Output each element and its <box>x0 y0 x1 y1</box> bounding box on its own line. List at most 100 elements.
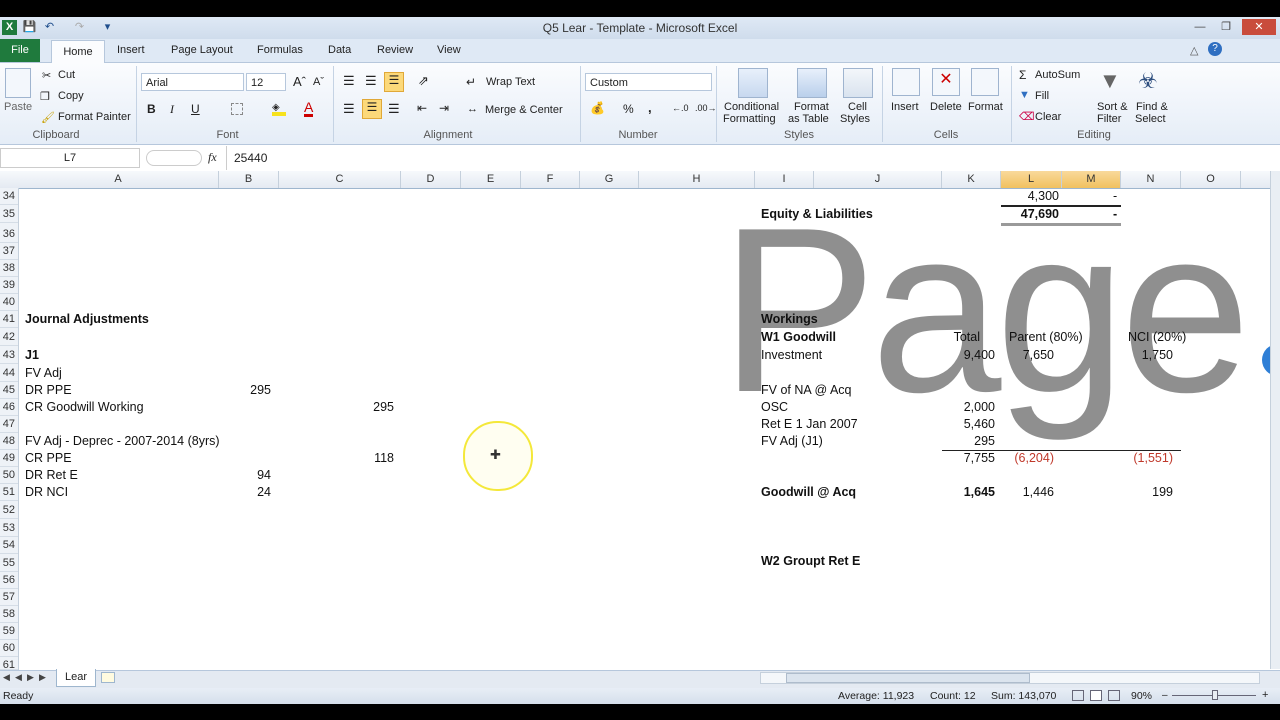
row-header[interactable]: 54 <box>0 537 18 554</box>
autosum-button[interactable]: AutoSum <box>1035 69 1080 81</box>
last-sheet-icon[interactable]: ▶ <box>39 672 46 683</box>
cell-K47[interactable]: 5,460 <box>942 417 995 432</box>
insert-button[interactable]: Insert <box>891 101 919 113</box>
zoom-slider-thumb[interactable] <box>1212 690 1218 700</box>
cell-L34[interactable]: 4,300 <box>1001 189 1059 204</box>
cell-C46[interactable]: 295 <box>279 400 394 415</box>
cell-w1-goodwill[interactable]: W1 Goodwill <box>761 330 836 345</box>
align-bottom-icon[interactable]: ☰ <box>384 72 404 92</box>
minimize-button[interactable]: — <box>1188 19 1212 35</box>
orientation-icon[interactable]: ⇗ <box>418 73 429 89</box>
clear-icon[interactable]: ⌫ <box>1019 110 1035 123</box>
shrink-font-icon[interactable]: Aˇ <box>313 76 324 88</box>
normal-view-icon[interactable] <box>1072 690 1084 701</box>
restore-button[interactable]: ❐ <box>1214 19 1238 35</box>
format-as-table-label-1[interactable]: Format <box>794 101 829 113</box>
cell-L43[interactable]: 7,650 <box>1001 348 1054 363</box>
percent-style-button[interactable]: % <box>623 102 634 116</box>
prev-sheet-icon[interactable]: ◀ <box>15 672 22 683</box>
tab-review[interactable]: Review <box>377 44 413 56</box>
row-header[interactable]: 41 <box>0 311 18 328</box>
cut-button[interactable]: Cut <box>58 69 75 81</box>
column-header[interactable]: F <box>521 171 580 188</box>
column-header[interactable]: E <box>461 171 521 188</box>
row-header[interactable]: 61 <box>0 657 18 671</box>
decrease-decimal-icon[interactable]: .00→ <box>695 103 717 113</box>
formula-input[interactable]: 25440 <box>234 151 267 165</box>
fill-color-icon[interactable]: ◈ <box>272 102 286 116</box>
cell-w2-group-ret-e[interactable]: W2 Groupt Ret E <box>761 554 860 569</box>
cell-j1[interactable]: J1 <box>25 348 39 363</box>
format-cells-icon[interactable] <box>971 68 999 96</box>
cell-N43[interactable]: 1,750 <box>1121 348 1173 363</box>
cell-L51[interactable]: 1,446 <box>1001 485 1054 500</box>
cell-investment[interactable]: Investment <box>761 348 822 363</box>
increase-decimal-icon[interactable]: ←.0 <box>672 103 689 113</box>
row-header[interactable]: 50 <box>0 467 18 484</box>
row-header[interactable]: 56 <box>0 572 18 589</box>
column-header[interactable]: A <box>18 171 219 188</box>
format-button[interactable]: Format <box>968 101 1003 113</box>
cell-styles-icon[interactable] <box>843 68 873 98</box>
row-header[interactable]: 40 <box>0 294 18 311</box>
page-layout-view-icon[interactable] <box>1090 690 1102 701</box>
page-break-view-icon[interactable] <box>1108 690 1120 701</box>
cell-B50[interactable]: 94 <box>219 468 271 483</box>
accounting-format-icon[interactable]: 💰 <box>590 101 605 115</box>
conditional-formatting-label-2[interactable]: Formatting <box>723 113 776 125</box>
next-sheet-icon[interactable]: ▶ <box>27 672 34 683</box>
row-header[interactable]: 37 <box>0 243 18 260</box>
tab-page-layout[interactable]: Page Layout <box>171 44 233 56</box>
font-name-combo[interactable]: Arial <box>141 73 244 91</box>
cell-B51[interactable]: 24 <box>219 485 271 500</box>
cell-M34[interactable]: - <box>1113 189 1117 204</box>
cell-dr-ppe[interactable]: DR PPE <box>25 383 72 398</box>
wrap-text-button[interactable]: Wrap Text <box>486 76 535 88</box>
insert-sheet-icon[interactable] <box>101 672 115 683</box>
font-color-icon[interactable]: A <box>304 100 314 117</box>
comma-style-button[interactable]: , <box>648 100 652 115</box>
cell-fv-adj-deprec[interactable]: FV Adj - Deprec - 2007-2014 (8yrs) <box>25 434 220 449</box>
help-icon[interactable]: ? <box>1208 42 1222 56</box>
number-format-combo[interactable]: Custom <box>585 73 712 91</box>
row-header[interactable]: 45 <box>0 382 18 399</box>
conditional-formatting-label-1[interactable]: Conditional <box>724 101 779 113</box>
bold-button[interactable]: B <box>147 102 156 116</box>
column-header[interactable]: B <box>219 171 279 188</box>
tab-formulas[interactable]: Formulas <box>257 44 303 56</box>
cell-styles-label-1[interactable]: Cell <box>848 101 867 113</box>
row-header[interactable]: 60 <box>0 640 18 657</box>
paste-button[interactable]: Paste <box>4 101 32 113</box>
cell-styles-label-2[interactable]: Styles <box>840 113 870 125</box>
row-header[interactable]: 42 <box>0 329 18 346</box>
row-header[interactable]: 39 <box>0 277 18 294</box>
cell-osc[interactable]: OSC <box>761 400 788 415</box>
cell-B45[interactable]: 295 <box>219 383 271 398</box>
ribbon-minimize-icon[interactable]: △ <box>1190 44 1198 57</box>
align-middle-icon[interactable]: ☰ <box>365 73 377 89</box>
row-header[interactable]: 34 <box>0 188 18 205</box>
decrease-indent-icon[interactable]: ⇤ <box>417 101 427 115</box>
cell-K43[interactable]: 9,400 <box>942 348 995 363</box>
cell-N51[interactable]: 199 <box>1121 485 1173 500</box>
cell-cr-ppe[interactable]: CR PPE <box>25 451 72 466</box>
row-header[interactable]: 44 <box>0 365 18 382</box>
cell-K48[interactable]: 295 <box>942 434 995 449</box>
cell-fv-adj-j1[interactable]: FV Adj (J1) <box>761 434 823 449</box>
font-size-combo[interactable]: 12 <box>246 73 286 91</box>
cell-workings[interactable]: Workings <box>761 312 818 327</box>
sort-filter-label-1[interactable]: Sort & <box>1097 101 1128 113</box>
tab-file[interactable]: File <box>0 39 40 62</box>
cell-cr-goodwill-working[interactable]: CR Goodwill Working <box>25 400 144 415</box>
zoom-out-icon[interactable]: – <box>1162 690 1168 701</box>
cell-dr-nci[interactable]: DR NCI <box>25 485 68 500</box>
format-as-table-label-2[interactable]: as Table <box>788 113 829 125</box>
paste-icon[interactable] <box>5 68 31 98</box>
delete-cells-icon[interactable]: ✕ <box>932 68 960 96</box>
italic-button[interactable]: I <box>170 102 174 117</box>
cell-C49[interactable]: 118 <box>279 451 394 466</box>
find-select-label-2[interactable]: Select <box>1135 113 1166 125</box>
cell-fv-of-na[interactable]: FV of NA @ Acq <box>761 383 852 398</box>
find-select-icon[interactable]: ☣ <box>1138 68 1158 94</box>
sort-filter-label-2[interactable]: Filter <box>1097 113 1121 125</box>
